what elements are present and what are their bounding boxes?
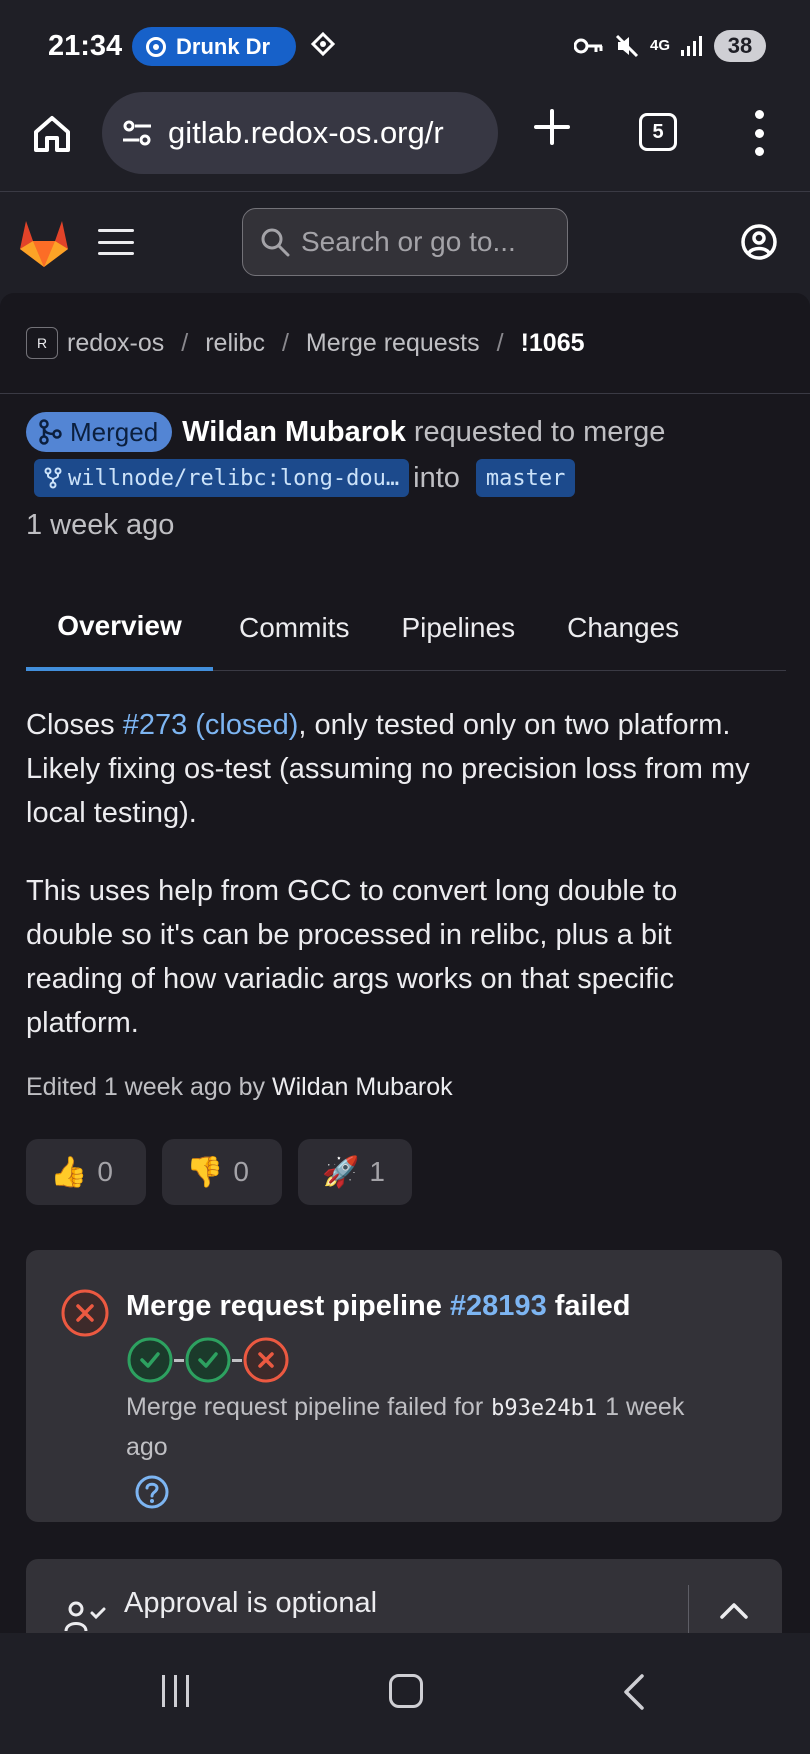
breadcrumb-item-group[interactable]: redox-os	[67, 329, 164, 358]
battery-indicator: 38	[714, 30, 766, 62]
notification-pill[interactable]: Drunk Dr	[132, 27, 296, 66]
merge-icon	[39, 419, 62, 445]
back-icon[interactable]	[622, 1673, 646, 1711]
recent-apps-icon[interactable]	[162, 1675, 189, 1707]
user-profile-icon[interactable]	[740, 223, 778, 261]
approval-icon	[64, 1601, 106, 1632]
approval-widget: Approval is optional	[26, 1559, 782, 1633]
merge-request-header: Merged Wildan Mubarok requested to merge…	[26, 411, 786, 547]
divider	[688, 1585, 689, 1633]
tab-changes[interactable]: Changes	[541, 585, 705, 671]
url-text: gitlab.redox-os.org/r	[168, 115, 444, 150]
reaction-count: 0	[97, 1156, 113, 1187]
record-icon	[146, 36, 166, 57]
rocket-icon: 🚀	[322, 1155, 360, 1189]
breadcrumb-separator: /	[496, 328, 504, 357]
chevron-up-icon[interactable]	[714, 1597, 754, 1621]
breadcrumb-separator: /	[281, 328, 289, 357]
stage-connector	[232, 1358, 242, 1362]
tab-commits[interactable]: Commits	[213, 585, 375, 671]
pipeline-link[interactable]: #28193	[450, 1290, 547, 1322]
edited-info: Edited 1 week ago by Wildan Mubarok	[26, 1073, 453, 1102]
key-icon	[573, 38, 603, 54]
breadcrumb-separator: /	[181, 328, 189, 357]
failed-status-icon[interactable]	[60, 1288, 110, 1338]
signal-icon	[681, 36, 702, 56]
pipeline-title-prefix: Merge request pipeline	[126, 1290, 450, 1322]
breadcrumb: R redox-os / relibc / Merge requests / !…	[26, 323, 585, 363]
thumbs-up-icon: 👍	[50, 1155, 88, 1189]
thumbs-up-button[interactable]: 👍 0	[26, 1139, 146, 1205]
tab-overview[interactable]: Overview	[26, 585, 213, 671]
sync-icon	[310, 31, 336, 57]
browser-toolbar: gitlab.redox-os.org/r 5	[0, 92, 810, 192]
pipeline-subtitle: Merge request pipeline failed for b93e24b…	[126, 1388, 726, 1467]
tab-switcher-button[interactable]: 5	[639, 113, 677, 151]
divider	[0, 393, 810, 394]
reactions: 👍 0 👎 0 🚀 1	[26, 1139, 412, 1205]
description-paragraph: This uses help from GCC to convert long …	[26, 875, 678, 1039]
status-badge: Merged	[26, 412, 173, 452]
status-icons: 4G 38	[573, 30, 766, 62]
description-text: Closes	[26, 709, 123, 741]
pipeline-widget: Merge request pipeline #28193 failed Mer…	[26, 1250, 782, 1522]
status-bar: 21:34 Drunk Dr 4G 38	[0, 0, 810, 92]
author-name[interactable]: Wildan Mubarok	[182, 416, 406, 449]
reaction-count: 0	[233, 1156, 249, 1187]
main-content: R redox-os / relibc / Merge requests / !…	[0, 293, 810, 1633]
notification-pill-label: Drunk Dr	[176, 33, 271, 59]
address-bar[interactable]: gitlab.redox-os.org/r	[102, 92, 498, 174]
site-settings-icon[interactable]	[120, 116, 154, 150]
search-placeholder: Search or go to...	[301, 226, 516, 257]
pipeline-subtitle-prefix: Merge request pipeline failed for	[126, 1393, 484, 1421]
status-badge-label: Merged	[70, 416, 159, 447]
stage-connector	[174, 1358, 184, 1362]
approval-text: Approval is optional	[124, 1587, 378, 1619]
breadcrumb-item-current[interactable]: !1065	[521, 329, 585, 358]
target-branch[interactable]: master	[475, 459, 576, 497]
description-paragraph: Closes #273 (closed), only tested only o…	[26, 703, 766, 835]
overflow-menu-icon[interactable]	[752, 110, 766, 156]
status-time: 21:34	[48, 30, 123, 62]
pipeline-title: Merge request pipeline #28193 failed	[126, 1290, 631, 1323]
project-avatar-icon[interactable]: R	[26, 327, 58, 359]
mr-tabs: Overview Commits Pipelines Changes	[26, 585, 786, 671]
thumbs-down-icon: 👎	[186, 1155, 224, 1189]
edited-by-author[interactable]: Wildan Mubarok	[272, 1073, 453, 1101]
description: Closes #273 (closed), only tested only o…	[26, 703, 766, 1079]
stage-passed-icon[interactable]	[184, 1336, 232, 1384]
search-input[interactable]: Search or go to...	[242, 208, 568, 276]
into-text: into	[413, 461, 460, 494]
commit-sha[interactable]: b93e24b1	[491, 1396, 597, 1421]
reaction-count: 1	[369, 1156, 385, 1187]
tab-pipelines[interactable]: Pipelines	[375, 585, 541, 671]
source-branch[interactable]: willnode/relibc:long-dou…	[34, 459, 410, 497]
search-icon	[261, 228, 290, 257]
edited-prefix: Edited 1 week ago by	[26, 1073, 272, 1101]
new-tab-icon[interactable]	[532, 107, 572, 147]
fork-icon	[44, 467, 62, 489]
gitlab-logo-icon[interactable]	[16, 215, 72, 269]
menu-toggle-icon[interactable]	[98, 229, 134, 255]
thumbs-down-button[interactable]: 👎 0	[162, 1139, 282, 1205]
breadcrumb-item-merge-requests[interactable]: Merge requests	[306, 329, 480, 358]
breadcrumb-item-project[interactable]: relibc	[205, 329, 265, 358]
home-icon[interactable]	[28, 110, 76, 158]
stage-passed-icon[interactable]	[126, 1336, 174, 1384]
mute-icon	[615, 34, 639, 58]
home-nav-icon[interactable]	[389, 1674, 423, 1708]
help-icon[interactable]	[134, 1474, 170, 1510]
source-branch-label: willnode/relibc:long-dou…	[68, 465, 400, 491]
stage-failed-icon[interactable]	[242, 1336, 290, 1384]
pipeline-stages	[126, 1336, 290, 1384]
merge-request-time: 1 week ago	[26, 508, 175, 541]
network-label: 4G	[649, 37, 670, 54]
issue-link[interactable]: #273 (closed)	[123, 709, 299, 741]
action-text: requested to merge	[413, 415, 666, 448]
pipeline-title-suffix: failed	[546, 1290, 631, 1322]
rocket-button[interactable]: 🚀 1	[298, 1139, 412, 1205]
gitlab-header: Search or go to...	[0, 193, 810, 293]
system-nav-bar	[0, 1633, 810, 1754]
